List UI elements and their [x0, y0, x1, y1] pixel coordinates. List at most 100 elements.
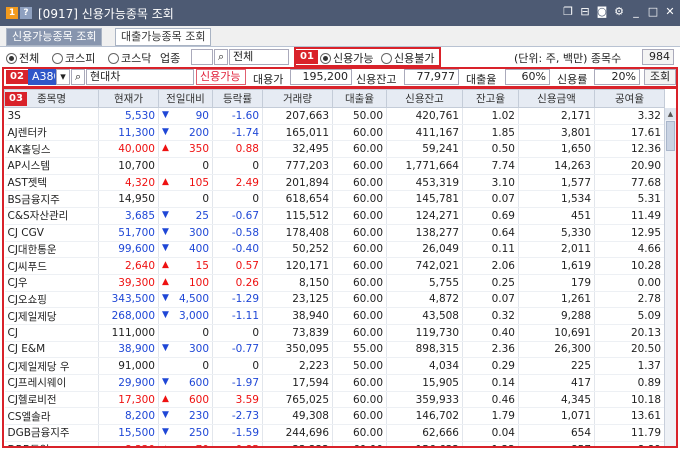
chevron-down-icon[interactable]: ▾: [56, 69, 70, 85]
loan-price-value: 195,200: [290, 69, 352, 85]
change-cell: ▼ 300: [158, 341, 213, 359]
lending-rate: 60.00: [332, 441, 387, 446]
balance-rate: 0.50: [462, 140, 519, 159]
lending-rate-label: 대출율: [466, 73, 497, 86]
pin-icon[interactable]: ⊟: [579, 5, 591, 19]
table-row[interactable]: CJ E&M 38,900 ▼ 300 -0.77 350,095 55.00 898,315…: [4, 341, 665, 359]
triangle-down-icon: ▼: [162, 343, 169, 354]
table-row[interactable]: CJ헬로비전 17,300 ▲ 600 3.59 765,025 60.00 359,933 0…: [4, 391, 665, 409]
stock-name: CJ씨푸드: [4, 257, 99, 275]
triangle-down-icon: ▼: [162, 109, 169, 120]
radio-market-kospi[interactable]: 코스피: [52, 50, 95, 66]
change-cell: ▼ 25: [158, 207, 213, 225]
current-price: 14,950: [98, 190, 159, 209]
close-icon[interactable]: ✕: [664, 5, 676, 19]
change-rate: 0.26: [212, 274, 263, 292]
volume: 120,171: [262, 257, 333, 275]
column-header[interactable]: 공여율: [594, 89, 665, 108]
tab-loan-stocks[interactable]: 대출가능종목 조회: [115, 28, 212, 46]
change-rate: 3.59: [212, 391, 263, 409]
change-rate: -1.29: [212, 291, 263, 309]
balance-rate: 1.79: [462, 407, 519, 426]
stock-name: CJ E&M: [4, 341, 99, 359]
change-wrap: ▲ 100: [162, 277, 209, 289]
column-header[interactable]: 현재가: [98, 89, 159, 108]
maximize-icon[interactable]: □: [647, 5, 659, 19]
help-icon[interactable]: ?: [20, 7, 32, 19]
change-value: 0: [202, 159, 209, 172]
table-row[interactable]: CJ대한통운 99,600 ▼ 400 -0.40 50,252 60.00 26,049 0.…: [4, 241, 665, 259]
column-header[interactable]: 잔고율: [462, 89, 519, 108]
table-row[interactable]: CJ우 39,300 ▲ 100 0.26 8,150 60.00 5,755 0.25 179 0…: [4, 274, 665, 292]
column-header[interactable]: 신용금액: [518, 89, 595, 108]
change-value: 15: [195, 260, 209, 273]
column-header[interactable]: 등락률: [212, 89, 263, 108]
table-row[interactable]: AP시스템 10,700 0 0 777,203 60.00 1,771,664 7.74 14…: [4, 157, 665, 175]
radio-credit-possible[interactable]: 신용가능: [320, 50, 373, 66]
tab-credit-stocks[interactable]: 신용가능종목 조회: [6, 28, 103, 46]
scroll-up-icon[interactable]: ▲: [665, 108, 676, 120]
minimize-icon[interactable]: _: [630, 5, 642, 19]
credit-balance-value: 77,977: [404, 69, 459, 85]
query-button[interactable]: 조회: [644, 69, 676, 85]
credit-amount: 225: [518, 357, 595, 375]
radio-market-kosdaq[interactable]: 코스닥: [108, 50, 151, 66]
table-row[interactable]: AST젯텍 4,320 ▲ 105 2.49 201,894 60.00 453,319 3.1…: [4, 174, 665, 192]
stock-code-input[interactable]: A380: [28, 69, 56, 85]
table-row[interactable]: CJ CGV 51,700 ▼ 300 -0.58 178,408 60.00 138,277…: [4, 224, 665, 242]
change-cell: ▼ 3,000: [158, 307, 213, 325]
table-row[interactable]: CJ오쇼핑 343,500 ▼ 4,500 -1.29 23,125 60.00 4,872 0…: [4, 291, 665, 309]
table-row[interactable]: CJ프레시웨이 29,900 ▼ 600 -1.97 17,594 60.00 15,905 0…: [4, 374, 665, 392]
table-row[interactable]: AK홀딩스 40,000 ▲ 350 0.88 32,495 60.00 59,241 0.50…: [4, 140, 665, 159]
vertical-scrollbar[interactable]: ▲: [664, 108, 676, 446]
table-row[interactable]: BS금융지주 14,950 0 0 618,654 60.00 145,781 0.07 1,5…: [4, 190, 665, 209]
radio-market-all[interactable]: 전체: [6, 50, 39, 66]
search-icon[interactable]: ⌕: [71, 69, 85, 85]
table-row[interactable]: CJ제일제당 268,000 ▼ 3,000 -1.11 38,940 60.00 43,50…: [4, 307, 665, 325]
table-row[interactable]: CJ제일제당 우 91,000 0 0 2,223 50.00 4,034 0.29 225 1.…: [4, 357, 665, 375]
column-header[interactable]: 신용잔고: [386, 89, 463, 108]
radio-credit-impossible[interactable]: 신용불가: [381, 50, 434, 66]
credit-amount: 1,071: [518, 407, 595, 426]
industry-code-input[interactable]: [191, 49, 213, 65]
gear-icon[interactable]: ⚙: [613, 5, 625, 19]
table-row[interactable]: AJ렌터카 11,300 ▼ 200 -1.74 165,011 60.00 411,167 1…: [4, 124, 665, 142]
change-wrap: ▼ 90: [162, 110, 209, 122]
unit-label: (단위: 주, 백만) 종목수: [514, 52, 622, 65]
filter-row: 전체 코스피 코스닥 업종 ⌕ 전체 01 신용가능 신용불가 (단위: 주, …: [0, 47, 680, 67]
supply-rate: 11.49: [594, 207, 665, 225]
table-row[interactable]: DGB금융지주 15,500 ▼ 250 -1.59 244,696 60.00 62,666…: [4, 424, 665, 442]
current-price: 8,330: [98, 441, 159, 446]
scroll-thumb[interactable]: [666, 121, 675, 151]
table-row[interactable]: C&S자산관리 3,685 ▼ 25 -0.67 115,512 60.00 124,271 0…: [4, 207, 665, 225]
stock-name: CJ제일제당: [4, 307, 99, 325]
change-wrap: ▲ 70: [162, 444, 209, 446]
radio-dot: [108, 52, 119, 64]
balance-rate: 1.02: [462, 107, 519, 125]
column-header[interactable]: 거래량: [262, 89, 333, 108]
table-row[interactable]: 3S 5,530 ▼ 90 -1.60 207,663 50.00 420,761 1.02 2,…: [4, 107, 665, 125]
credit-balance: 59,241: [386, 140, 463, 159]
window-restore-icon[interactable]: ❐: [562, 5, 574, 19]
table-row[interactable]: DRB동일8,330▲700.8533,22260.00156,6321.228…: [4, 441, 665, 446]
credit-balance: 146,702: [386, 407, 463, 426]
volume: 8,150: [262, 274, 333, 292]
table-row[interactable]: CJ 111,000 0 0 73,839 60.00 119,730 0.40 10,691 2…: [4, 324, 665, 342]
change-value: 600: [188, 393, 209, 406]
volume: 201,894: [262, 174, 333, 192]
credit-balance: 119,730: [386, 324, 463, 342]
supply-rate: 8.89: [594, 441, 665, 446]
table-row[interactable]: CS엘솔라 8,200 ▼ 230 -2.73 49,308 60.00 146,702 1.7…: [4, 407, 665, 426]
column-header[interactable]: 전일대비: [158, 89, 213, 108]
column-header[interactable]: 대출율: [332, 89, 387, 108]
triangle-down-icon: ▼: [162, 310, 169, 321]
lending-rate: 60.00: [332, 207, 387, 225]
change-wrap: 0: [162, 160, 209, 172]
no-change-icon: [162, 160, 172, 172]
table-row[interactable]: CJ씨푸드 2,640 ▲ 15 0.57 120,171 60.00 742,021 2.06…: [4, 257, 665, 275]
camera-icon[interactable]: ◙: [596, 5, 608, 19]
change-value: 105: [188, 176, 209, 189]
search-icon[interactable]: ⌕: [214, 49, 228, 65]
change-value: 350: [188, 143, 209, 156]
stock-table: 종목명 현재가 전일대비 등락률 거래량 대출율 신용잔고 잔고율 신용금액 공…: [4, 89, 676, 446]
